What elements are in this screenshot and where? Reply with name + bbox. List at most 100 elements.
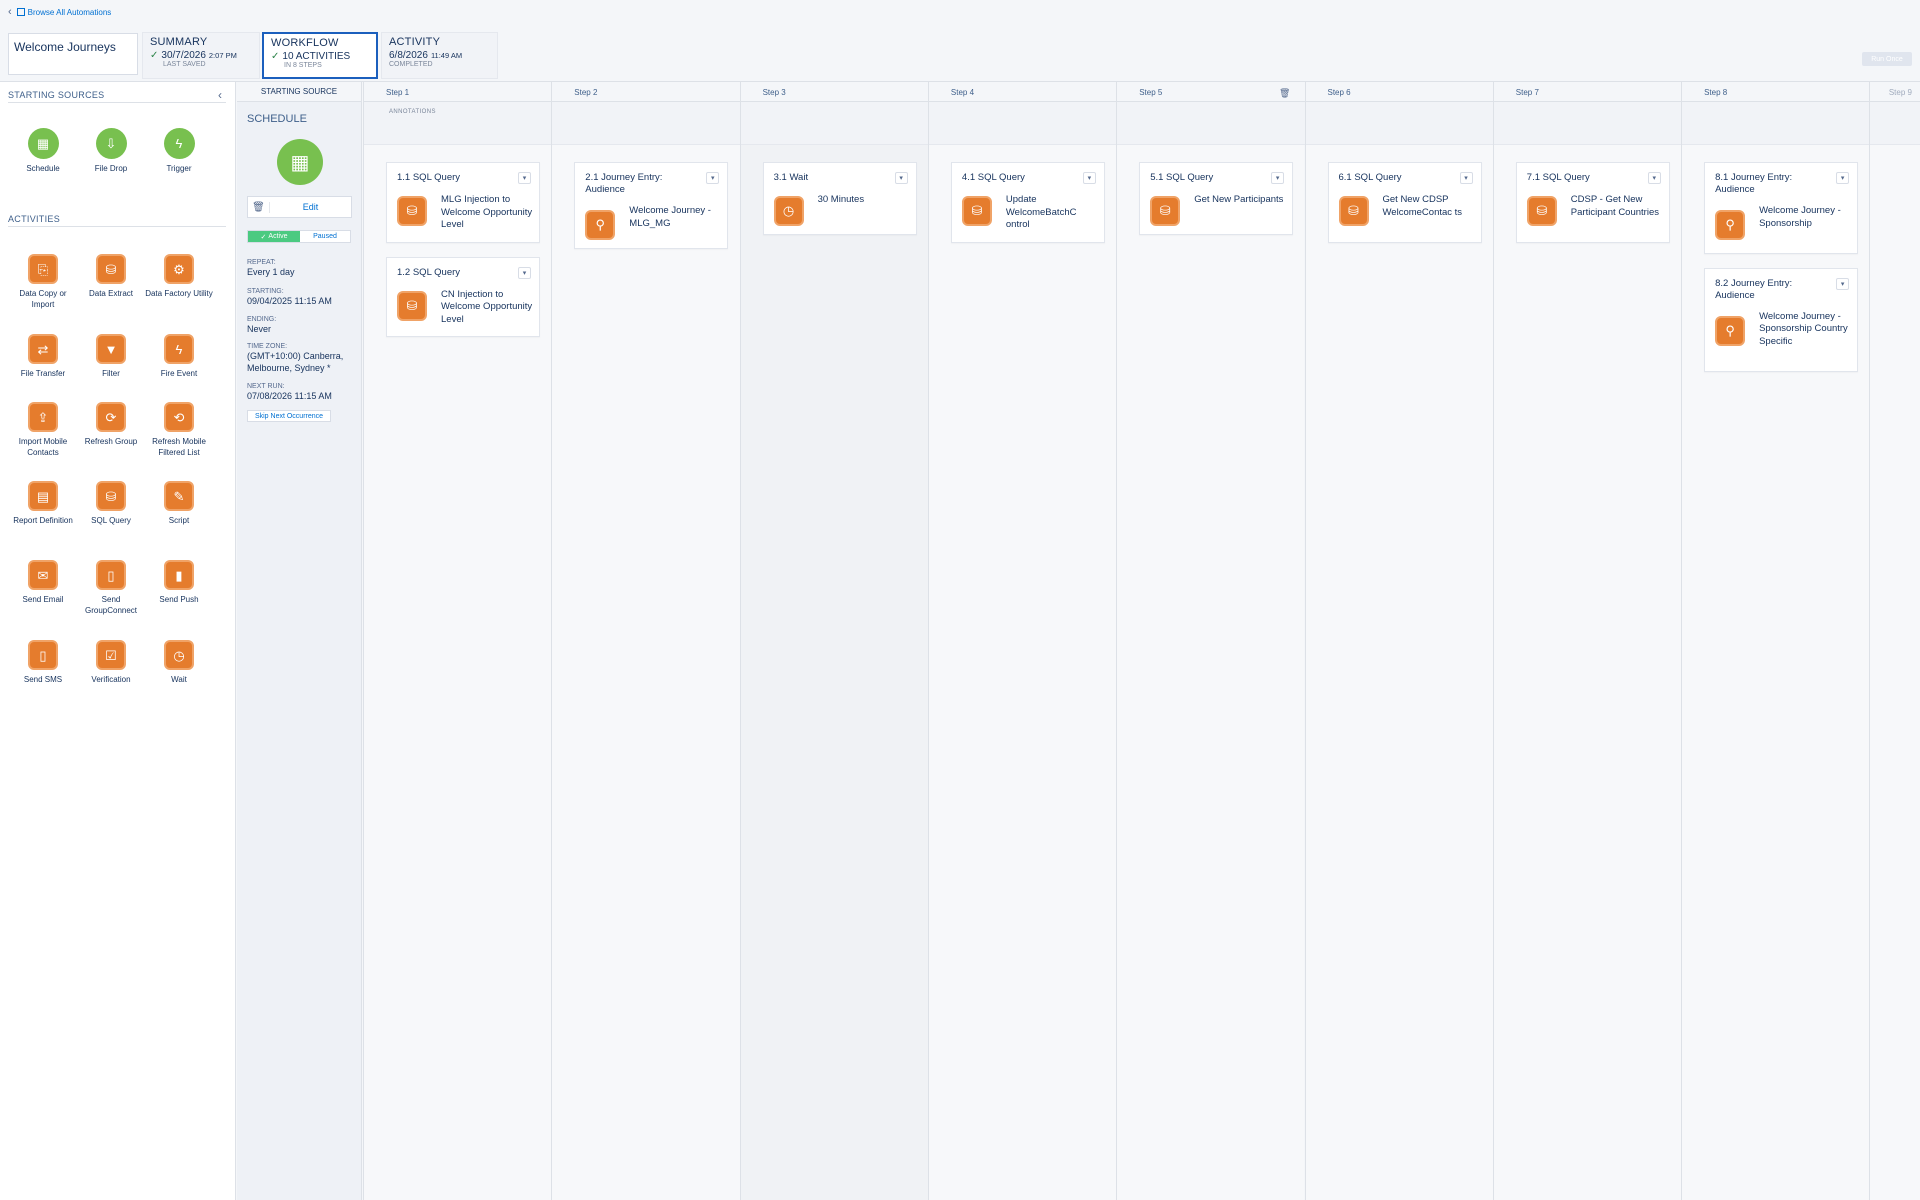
automation-name-field[interactable]: Welcome Journeys <box>8 33 138 75</box>
tab-summary[interactable]: SUMMARY ✓ 30/7/2026 2:07 PM LAST SAVED <box>142 32 260 79</box>
active-paused-toggle[interactable]: ✓ Active Paused <box>247 230 351 243</box>
active-option[interactable]: ✓ Active <box>248 231 300 242</box>
tab-workflow[interactable]: WORKFLOW ✓ 10 ACTIVITIES IN 8 STEPS <box>262 32 378 79</box>
sql-query-icon: ⛁ <box>397 290 427 321</box>
activity-card[interactable]: 1.2 SQL Query ▾ ⛁ CN Injection to Welcome O… <box>386 256 540 337</box>
activity-file-transfer[interactable]: ⇄ File Transfer <box>9 334 77 379</box>
step-column-7: Step 7 7.1 SQL Query ▾ ⛁ CDSP - Get New Part… <box>1492 82 1681 1200</box>
lightning-icon: ϟ <box>164 334 194 364</box>
activity-card[interactable]: 8.2 Journey Entry: Audience ▾ ⚲ Welcome Jou… <box>1704 267 1859 372</box>
tab-title: ACTIVITY <box>389 36 441 48</box>
step-label: Step 8 <box>1704 88 1728 97</box>
activity-sql-query[interactable]: ⛁ SQL Query <box>77 481 145 526</box>
card-menu-dropdown-icon[interactable]: ▾ <box>1082 172 1096 184</box>
activity-filter[interactable]: ▼ Filter <box>77 334 145 379</box>
activity-card[interactable]: 3.1 Wait ▾ ◷ 30 Minutes <box>762 162 917 235</box>
card-title: 4.1 SQL Query <box>961 172 1025 183</box>
card-menu-dropdown-icon[interactable]: ▾ <box>1647 172 1661 184</box>
card-menu-dropdown-icon[interactable]: ▾ <box>1459 172 1473 184</box>
step-label: Step 2 <box>574 88 598 97</box>
automation-header: ‹ Browse All Automations Welcome Journey… <box>0 0 1920 82</box>
activity-label: Send GroupConnect <box>84 595 138 615</box>
browse-all-automations-link[interactable]: ‹ Browse All Automations <box>8 6 111 18</box>
card-menu-dropdown-icon[interactable]: ▾ <box>1836 172 1850 184</box>
activity-card[interactable]: 5.1 SQL Query ▾ ⛁ Get New Participants <box>1139 162 1294 235</box>
card-menu-dropdown-icon[interactable]: ▾ <box>518 266 531 279</box>
refresh-group-icon: ⟳ <box>96 402 126 432</box>
card-menu-dropdown-icon[interactable]: ▾ <box>1271 172 1285 184</box>
activity-label: Data Copy or Import <box>19 289 67 309</box>
refresh-list-icon: ⟲ <box>164 402 194 432</box>
calendar-icon[interactable]: ▦ <box>277 139 323 185</box>
activity-data-extract[interactable]: ⛁ Data Extract <box>77 254 145 299</box>
edit-schedule-button[interactable]: Edit <box>270 202 351 212</box>
file-transfer-icon: ⇄ <box>28 334 58 364</box>
field-label: ENDING: <box>247 316 277 323</box>
activity-send-sms[interactable]: ▯ Send SMS <box>9 640 77 685</box>
last-saved-time: 2:07 PM <box>208 51 237 60</box>
data-copy-icon: ⎘ <box>28 254 58 284</box>
location-pin-icon: ⚲ <box>585 210 616 240</box>
chevron-left-icon: ‹ <box>8 6 12 18</box>
delete-step-icon[interactable]: 🗑 <box>1279 88 1290 99</box>
check-icon: ✓ <box>260 233 267 241</box>
card-menu-dropdown-icon[interactable]: ▾ <box>1836 277 1850 290</box>
activity-card[interactable]: 7.1 SQL Query ▾ ⛁ CDSP - Get New Participan… <box>1515 162 1670 243</box>
activity-send-groupconnect[interactable]: ▯ Send GroupConnect <box>77 560 145 616</box>
script-icon: ✎ <box>164 481 194 511</box>
activity-verification[interactable]: ☑ Verification <box>77 640 145 685</box>
card-menu-dropdown-icon[interactable]: ▾ <box>894 172 908 184</box>
activity-card[interactable]: 2.1 Journey Entry: Audience ▾ ⚲ Welcome Jou… <box>574 162 729 249</box>
filter-icon: ▼ <box>96 334 126 364</box>
activity-wait[interactable]: ◷ Wait <box>145 640 213 685</box>
activity-card[interactable]: 4.1 SQL Query ▾ ⛁ Update WelcomeBatchC ontr… <box>950 162 1105 243</box>
source-label: Trigger <box>166 164 192 173</box>
card-menu-dropdown-icon[interactable]: ▾ <box>518 172 531 184</box>
source-trigger[interactable]: ϟ Trigger <box>145 128 213 174</box>
skip-next-occurrence-button[interactable]: Skip Next Occurrence <box>247 410 331 422</box>
activity-card[interactable]: 8.1 Journey Entry: Audience ▾ ⚲ Welcome Jou… <box>1704 162 1859 254</box>
activity-card[interactable]: 1.1 SQL Query ▾ ⛁ MLG Injection to Welcome … <box>386 162 540 243</box>
tab-title: SUMMARY <box>150 36 208 48</box>
activity-card[interactable]: 6.1 SQL Query ▾ ⛁ Get New CDSP WelcomeConta… <box>1327 162 1482 243</box>
activity-label: Refresh Group <box>84 437 138 446</box>
activity-send-email[interactable]: ✉ Send Email <box>9 560 77 605</box>
source-schedule[interactable]: ▦ Schedule <box>9 128 77 174</box>
card-title: 2.1 Journey Entry: Audience <box>585 172 663 195</box>
card-title: 8.2 Journey Entry: Audience <box>1715 277 1793 301</box>
push-icon: ▮ <box>164 560 194 590</box>
data-extract-icon: ⛁ <box>96 254 126 284</box>
activity-data-copy-or-import[interactable]: ⎘ Data Copy or Import <box>9 254 77 310</box>
activity-import-mobile-contacts[interactable]: ⇪ Import Mobile Contacts <box>9 402 77 458</box>
tab-activity[interactable]: ACTIVITY 6/8/2026 11:49 AM COMPLETED <box>381 32 498 79</box>
source-label: File Drop <box>94 164 128 173</box>
activity-refresh-group[interactable]: ⟳ Refresh Group <box>77 402 145 447</box>
activity-label: Wait <box>171 675 187 684</box>
card-activity-name: 30 Minutes <box>817 194 865 205</box>
activity-report-definition[interactable]: ▤ Report Definition <box>9 481 77 526</box>
field-label: REPEAT: <box>247 259 276 266</box>
sql-query-icon: ⛁ <box>96 481 126 511</box>
trash-icon[interactable]: 🗑 <box>248 201 270 213</box>
collapse-panel-icon[interactable]: ‹ <box>218 88 222 102</box>
paused-option[interactable]: Paused <box>300 231 350 242</box>
card-menu-dropdown-icon[interactable]: ▾ <box>706 172 720 184</box>
activity-label: Report Definition <box>13 516 73 525</box>
activity-send-push[interactable]: ▮ Send Push <box>145 560 213 605</box>
field-value: (GMT+10:00) Canberra, Melbourne, Sydney … <box>247 351 344 373</box>
run-once-button[interactable]: Run Once <box>1862 52 1912 66</box>
source-file-drop[interactable]: ⇩ File Drop <box>77 128 145 174</box>
step-label: Step 9 <box>1888 88 1912 97</box>
field-label: TIME ZONE: <box>247 343 288 350</box>
activity-data-factory-utility[interactable]: ⚙ Data Factory Utility <box>145 254 213 299</box>
activity-label: Import Mobile Contacts <box>18 437 68 457</box>
activity-script[interactable]: ✎ Script <box>145 481 213 526</box>
sql-query-icon: ⛁ <box>1338 196 1369 226</box>
activity-time: 11:49 AM <box>430 51 463 60</box>
activity-fire-event[interactable]: ϟ Fire Event <box>145 334 213 379</box>
activity-refresh-mobile-filtered-list[interactable]: ⟲ Refresh Mobile Filtered List <box>145 402 213 458</box>
activity-label: Send Email <box>22 595 64 604</box>
time-zone-field: TIME ZONE: (GMT+10:00) Canberra, Melbour… <box>247 343 357 374</box>
step-column-2: Step 2 2.1 Journey Entry: Audience ▾ ⚲ Welco… <box>551 82 739 1200</box>
field-value: 07/08/2026 11:15 AM <box>247 391 332 401</box>
